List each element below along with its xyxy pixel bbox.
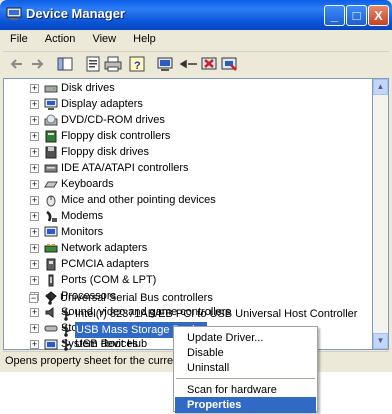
print-icon[interactable] <box>103 54 123 74</box>
forward-icon[interactable] <box>27 54 47 74</box>
tree-item-network-adapters[interactable]: + Network adapters <box>4 240 364 256</box>
scroll-up-button[interactable]: ▲ <box>373 79 388 95</box>
close-button[interactable]: X <box>368 5 389 26</box>
mouse-icon <box>46 195 56 207</box>
disable-icon[interactable] <box>219 54 239 74</box>
menu-scan-hardware[interactable]: Scan for hardware changes <box>175 382 316 412</box>
tree-item-label: Floppy disk drives <box>61 146 150 158</box>
disk-drive-icon <box>44 85 58 93</box>
tree-item-mice[interactable]: + Mice and other pointing devices <box>4 192 364 208</box>
tree-item-label: Disk drives <box>61 82 115 94</box>
tree-item-pcmcia-adapters[interactable]: + PCMCIA adapters <box>4 256 364 272</box>
menu-disable[interactable]: Disable <box>175 345 316 361</box>
expand-toggle[interactable]: + <box>30 116 39 125</box>
dvd-drive-icon <box>44 114 58 126</box>
floppy-controller-icon <box>45 130 57 143</box>
ide-controller-icon <box>44 164 58 173</box>
keyboard-icon <box>44 181 58 188</box>
expand-toggle[interactable]: + <box>30 148 39 157</box>
display-adapter-icon <box>44 98 58 110</box>
collapse-toggle[interactable]: − <box>29 294 38 303</box>
expand-toggle[interactable]: + <box>30 100 39 109</box>
monitor-icon <box>44 226 58 237</box>
tree-item-label: DVD/CD-ROM drives <box>61 114 165 126</box>
maximize-button[interactable]: □ <box>346 5 367 26</box>
tree-item-dvd-cd-rom-drives[interactable]: + DVD/CD-ROM drives <box>4 112 364 128</box>
menu-separator <box>176 378 315 379</box>
port-icon <box>48 274 54 287</box>
tree-item-label: PCMCIA adapters <box>61 258 150 270</box>
tree-item-label: IDE ATA/ATAPI controllers <box>61 162 189 174</box>
tree-child-intel-usb-host-controller[interactable]: Intel(r) 82371AB/EB PCI to USB Universal… <box>3 306 363 322</box>
tree-item-label: Display adapters <box>61 98 143 110</box>
menu-view[interactable]: View <box>85 30 123 45</box>
expand-toggle[interactable]: + <box>30 260 39 269</box>
menu-bar: File Action View Help <box>3 30 389 52</box>
tree-item-label: Keyboards <box>61 178 114 190</box>
tree-item-ide-ata-atapi-controllers[interactable]: + IDE ATA/ATAPI controllers <box>4 160 364 176</box>
expand-toggle[interactable]: + <box>30 212 39 221</box>
tree-item-ports[interactable]: + Ports (COM & LPT) <box>4 272 364 288</box>
vertical-scrollbar[interactable]: ▲ ▼ <box>373 78 389 350</box>
menu-file[interactable]: File <box>3 30 35 45</box>
show-hide-console-tree-icon[interactable] <box>55 54 75 74</box>
tree-item-label: Monitors <box>61 226 104 238</box>
expand-toggle[interactable]: + <box>30 244 39 253</box>
tree-item-usb-controllers[interactable]: − Universal Serial Bus controllers <box>3 290 363 306</box>
tree-item-floppy-disk-controllers[interactable]: + Floppy disk controllers <box>4 128 364 144</box>
usb-icon <box>45 293 55 305</box>
svg-text:?: ? <box>134 60 141 72</box>
tree-item-floppy-disk-drives[interactable]: + Floppy disk drives <box>4 144 364 160</box>
tree-item-monitors[interactable]: + Monitors <box>4 224 364 240</box>
expand-toggle[interactable]: + <box>30 180 39 189</box>
tree-item-label: Universal Serial Bus controllers <box>60 292 213 304</box>
expand-toggle[interactable]: + <box>30 164 39 173</box>
device-manager-window: Device Manager _ □ X File Action View He… <box>0 0 392 372</box>
menu-help[interactable]: Help <box>126 30 163 45</box>
update-driver-icon[interactable] <box>179 54 199 74</box>
pcmcia-icon <box>46 258 56 271</box>
scan-hardware-icon[interactable] <box>155 54 175 74</box>
minimize-button[interactable]: _ <box>324 5 345 26</box>
tree-item-label: USB Root Hub <box>75 338 148 350</box>
device-manager-icon <box>6 7 22 20</box>
expand-toggle[interactable]: + <box>30 196 39 205</box>
menu-update-driver[interactable]: Update Driver... <box>175 330 316 346</box>
usb-icon <box>61 339 71 351</box>
menu-properties[interactable]: Properties <box>175 397 316 413</box>
floppy-drive-icon <box>45 146 57 159</box>
back-icon[interactable] <box>7 54 27 74</box>
menu-action[interactable]: Action <box>38 30 83 45</box>
tree-item-label: Network adapters <box>61 242 148 254</box>
expand-toggle[interactable]: + <box>30 132 39 141</box>
toolbar: ? <box>3 52 389 76</box>
expand-toggle[interactable]: + <box>30 276 39 285</box>
tree-item-label: Intel(r) 82371AB/EB PCI to USB Universal… <box>75 308 358 320</box>
title-bar[interactable]: Device Manager _ □ X <box>0 0 392 30</box>
window-title: Device Manager <box>26 6 125 21</box>
modem-icon <box>46 210 57 222</box>
tree-item-label: Ports (COM & LPT) <box>61 274 157 286</box>
scroll-down-button[interactable]: ▼ <box>373 333 388 349</box>
help-icon[interactable]: ? <box>127 54 147 74</box>
tree-item-label: Mice and other pointing devices <box>61 194 216 206</box>
tree-item-disk-drives[interactable]: + Disk drives <box>4 80 364 96</box>
tree-item-keyboards[interactable]: + Keyboards <box>4 176 364 192</box>
tree-item-display-adapters[interactable]: + Display adapters <box>4 96 364 112</box>
network-adapter-icon <box>44 244 58 253</box>
context-menu: Update Driver... Disable Uninstall Scan … <box>173 326 318 413</box>
menu-uninstall[interactable]: Uninstall <box>175 360 316 376</box>
tree-item-label: Modems <box>61 210 104 222</box>
expand-toggle[interactable]: + <box>30 228 39 237</box>
usb-icon <box>61 309 71 321</box>
tree-item-label: Floppy disk controllers <box>61 130 171 142</box>
expand-toggle[interactable]: + <box>30 84 39 93</box>
properties-icon[interactable] <box>83 54 103 74</box>
tree-item-modems[interactable]: + Modems <box>4 208 364 224</box>
uninstall-icon[interactable] <box>199 54 219 74</box>
